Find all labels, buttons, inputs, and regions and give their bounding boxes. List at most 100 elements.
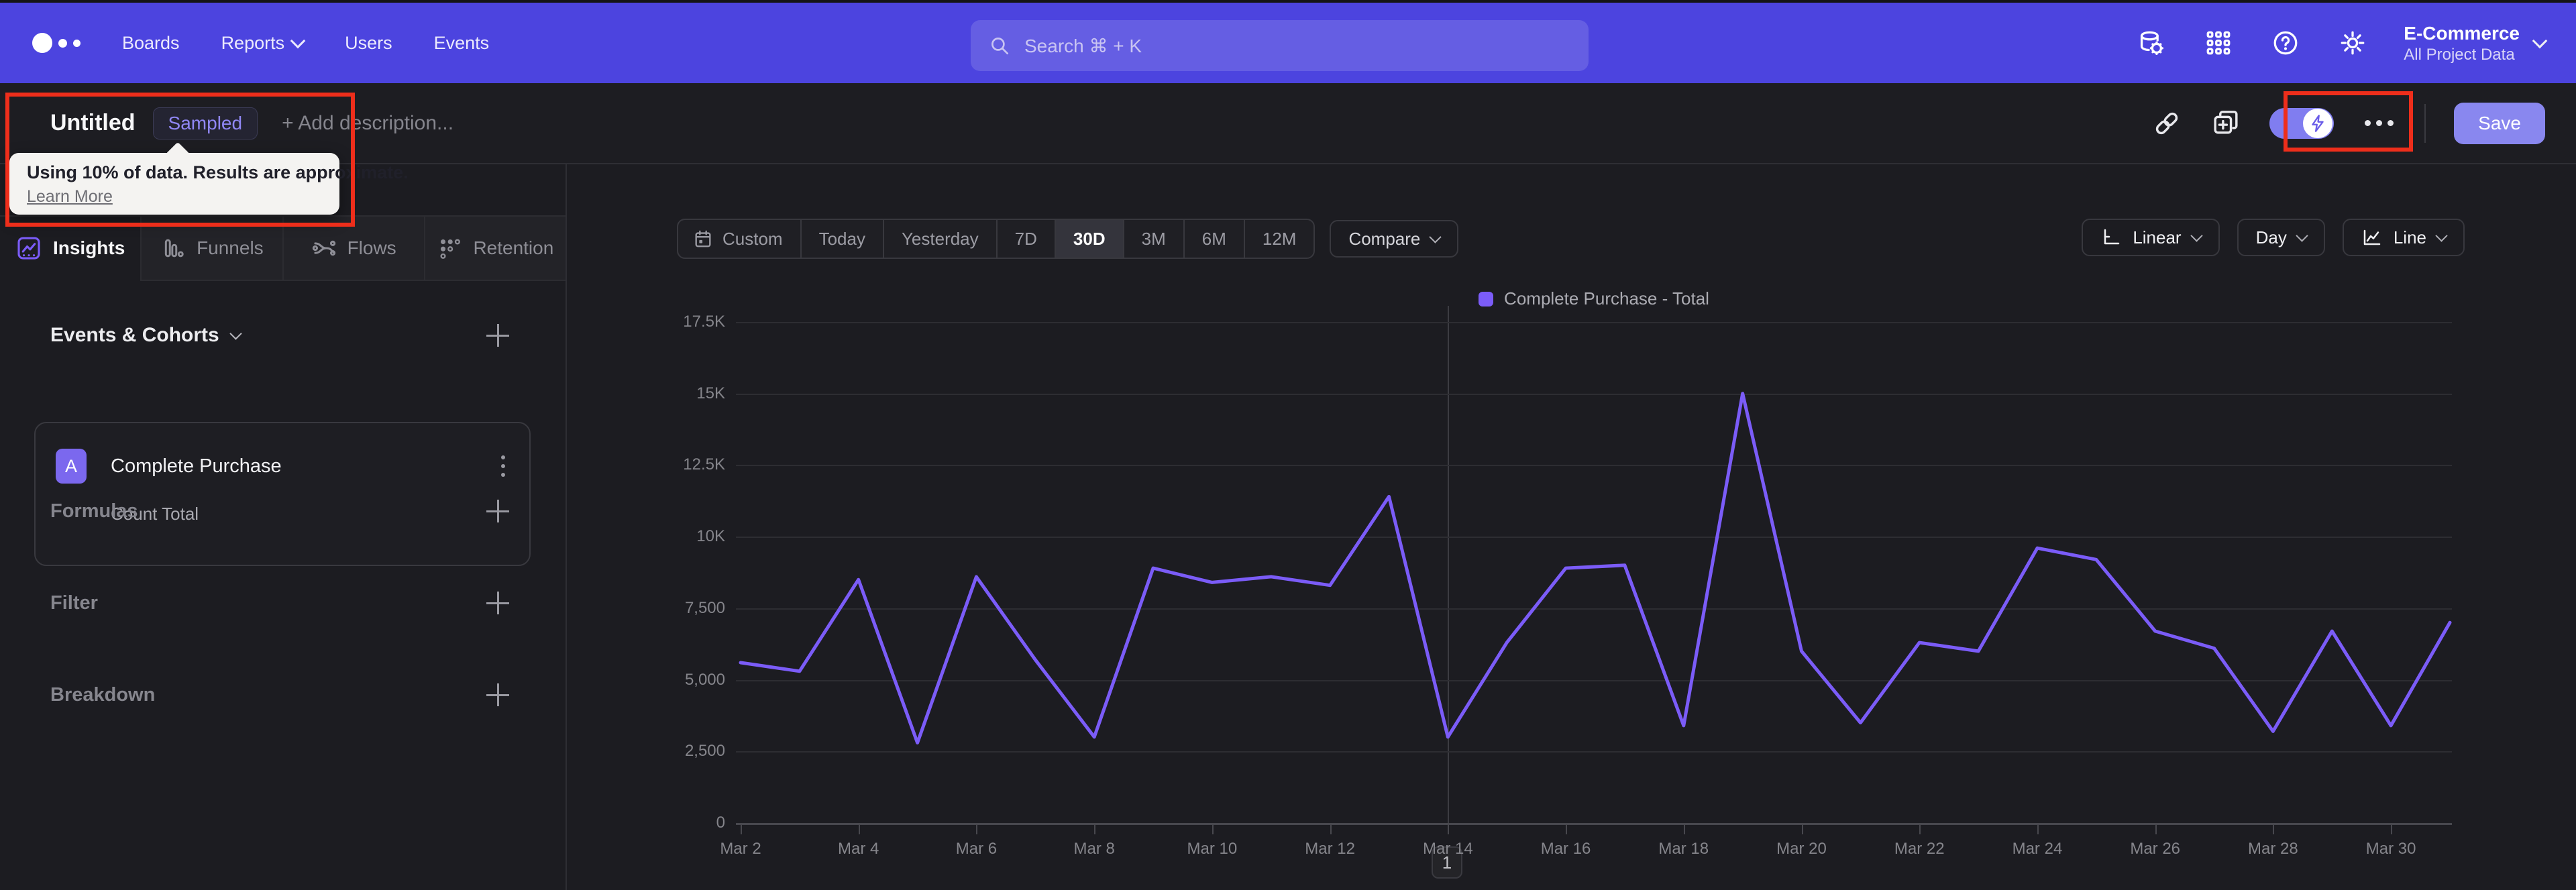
event-name[interactable]: Complete Purchase	[111, 455, 282, 478]
more-ellipsis-icon[interactable]	[2362, 113, 2396, 133]
tab-label: Insights	[52, 237, 125, 258]
add-filter-button[interactable]	[486, 592, 509, 614]
chevron-down-icon	[229, 327, 242, 340]
range-custom-button[interactable]: Custom	[678, 220, 800, 258]
section-filter[interactable]: Filter	[50, 592, 509, 614]
x-axis-label: Mar 10	[1187, 840, 1238, 858]
y-axis-label: 12.5K	[683, 455, 725, 474]
legend-label: Complete Purchase - Total	[1504, 288, 1709, 309]
chevron-down-icon	[2190, 229, 2203, 242]
nav-item-events[interactable]: Events	[434, 33, 490, 54]
save-button[interactable]: Save	[2454, 102, 2545, 144]
tab-flows[interactable]: Flows	[282, 217, 424, 281]
report-title[interactable]: Untitled	[50, 110, 136, 136]
x-axis-label: Mar 6	[955, 840, 998, 858]
y-axis-label: 10K	[696, 527, 725, 546]
event-card[interactable]: A Complete Purchase Count Total	[34, 422, 531, 566]
settings-gear-icon[interactable]	[2337, 27, 2369, 59]
compare-button[interactable]: Compare	[1330, 220, 1459, 258]
range-today-button[interactable]: Today	[800, 220, 883, 258]
sampled-badge[interactable]: Sampled	[152, 107, 258, 140]
range-12m-button[interactable]: 12M	[1243, 220, 1314, 258]
range-yesterday-button[interactable]: Yesterday	[882, 220, 996, 258]
x-axis-tick	[1801, 824, 1803, 834]
tab-funnels[interactable]: Funnels	[140, 217, 282, 281]
scale-label: Linear	[2133, 227, 2182, 247]
events-cohorts-header[interactable]: Events & Cohorts	[50, 324, 242, 347]
data-management-icon[interactable]	[2135, 27, 2167, 59]
search-input[interactable]: Search ⌘ + K	[971, 20, 1589, 71]
x-axis-label: Mar 20	[1776, 840, 1827, 858]
mixpanel-logo[interactable]	[32, 33, 80, 53]
legend-item[interactable]: Complete Purchase - Total	[1479, 288, 1709, 309]
add-description-button[interactable]: + Add description...	[282, 112, 453, 135]
sampling-toggle[interactable]	[2269, 107, 2334, 139]
insights-icon	[17, 237, 40, 260]
mixpanel-insights-app: Boards Reports Users Events Search ⌘ + K	[0, 0, 2576, 890]
x-axis-tick	[1094, 824, 1096, 834]
x-axis-tick	[2273, 824, 2275, 834]
nav-item-label: Events	[433, 32, 490, 53]
nav-item-label: Reports	[221, 32, 285, 53]
add-breakdown-button[interactable]	[486, 683, 509, 706]
events-cohorts-label: Events & Cohorts	[50, 324, 219, 346]
range-label: Yesterday	[901, 228, 979, 249]
scale-selector[interactable]: Linear	[2082, 219, 2220, 256]
range-30d-button[interactable]: 30D	[1054, 220, 1123, 258]
section-formulas[interactable]: Formulas	[50, 500, 509, 522]
add-formula-button[interactable]	[486, 500, 509, 522]
date-range-control: Custom Today Yesterday 7D 30D 3M 6M 12M	[677, 219, 1316, 259]
event-letter-badge: A	[56, 449, 87, 484]
tab-retention[interactable]: Retention	[423, 217, 566, 281]
chart-series-svg	[739, 392, 2452, 744]
y-axis-label: 2,500	[684, 742, 725, 761]
x-axis-tick	[1448, 824, 1450, 834]
copy-add-icon[interactable]	[2210, 108, 2241, 139]
add-event-button[interactable]	[486, 324, 509, 347]
link-icon[interactable]	[2151, 108, 2182, 139]
chart-legend: Complete Purchase - Total	[736, 288, 2452, 309]
report-tabs: Insights Funnels Flows Retention	[0, 215, 566, 281]
tab-label: Retention	[473, 237, 554, 258]
legend-swatch	[1479, 291, 1494, 307]
x-axis-tick	[741, 824, 742, 834]
project-switcher[interactable]: E-Commerce All Project Data	[2404, 21, 2548, 65]
x-axis-label: Mar 30	[2365, 840, 2416, 858]
chart-type-selector[interactable]: Line	[2342, 219, 2465, 256]
learn-more-link[interactable]: Learn More	[27, 187, 113, 207]
kebab-menu-icon[interactable]	[497, 451, 509, 481]
query-sidebar: Insights Funnels Flows Retention Events …	[0, 164, 567, 890]
x-axis-label: Mar 8	[1073, 840, 1115, 858]
range-3m-button[interactable]: 3M	[1122, 220, 1183, 258]
y-axis-label: 15K	[696, 384, 725, 402]
tab-label: Flows	[347, 237, 396, 258]
apps-grid-icon[interactable]	[2202, 27, 2235, 59]
x-axis-label: Mar 28	[2248, 840, 2298, 858]
range-6m-button[interactable]: 6M	[1183, 220, 1244, 258]
x-axis-label: Mar 12	[1305, 840, 1355, 858]
x-axis-label: Mar 26	[2130, 840, 2181, 858]
section-breakdown[interactable]: Breakdown	[50, 683, 509, 706]
nav-item-boards[interactable]: Boards	[122, 33, 180, 54]
x-axis-label: Mar 16	[1540, 840, 1591, 858]
app-header: Boards Reports Users Events Search ⌘ + K	[0, 3, 2576, 83]
series-line[interactable]	[739, 392, 2452, 744]
interval-selector[interactable]: Day	[2237, 219, 2325, 256]
y-axis-label: 7,500	[684, 598, 725, 617]
toggle-knob	[2303, 108, 2333, 138]
report-canvas: Custom Today Yesterday 7D 30D 3M 6M 12M …	[567, 164, 2576, 890]
help-icon[interactable]	[2269, 27, 2302, 59]
nav-item-users[interactable]: Users	[345, 33, 392, 54]
tooltip-text: Using 10% of data. Results are approxima…	[27, 162, 409, 182]
section-label: Formulas	[50, 500, 138, 522]
y-axis-label: 5,000	[684, 670, 725, 689]
flows-icon	[312, 240, 335, 256]
range-label: 6M	[1201, 228, 1226, 249]
nav-item-reports[interactable]: Reports	[221, 32, 306, 54]
calendar-icon	[695, 230, 711, 247]
tab-insights[interactable]: Insights	[0, 217, 140, 281]
search-icon	[991, 38, 1009, 55]
range-label: 7D	[1014, 228, 1037, 249]
x-axis-label: Mar 14	[1422, 840, 1473, 858]
range-7d-button[interactable]: 7D	[996, 220, 1055, 258]
